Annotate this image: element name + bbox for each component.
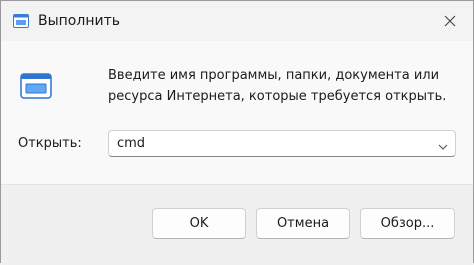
title-bar: Выполнить [1,1,473,41]
chevron-down-icon[interactable] [437,138,449,150]
close-button[interactable] [427,1,473,41]
window-title: Выполнить [38,13,120,29]
run-dialog-icon [20,73,52,99]
run-dialog: Выполнить Введите имя программы, папки, … [0,0,474,265]
ok-button[interactable]: OK [152,208,246,239]
description-line-1: Введите имя программы, папки, документа … [108,68,440,83]
open-input[interactable] [117,134,417,153]
run-icon [13,13,29,28]
close-icon [444,12,456,31]
dialog-footer: OK Отмена Обзор... [1,184,473,265]
browse-button[interactable]: Обзор... [360,208,455,239]
open-combobox[interactable] [108,130,456,157]
description: Введите имя программы, папки, документа … [108,65,448,107]
cancel-button[interactable]: Отмена [256,208,350,239]
open-label: Открыть: [18,136,82,151]
description-line-2: ресурса Интернета, которые требуется отк… [108,89,447,104]
dialog-content: Введите имя программы, папки, документа … [1,41,473,184]
